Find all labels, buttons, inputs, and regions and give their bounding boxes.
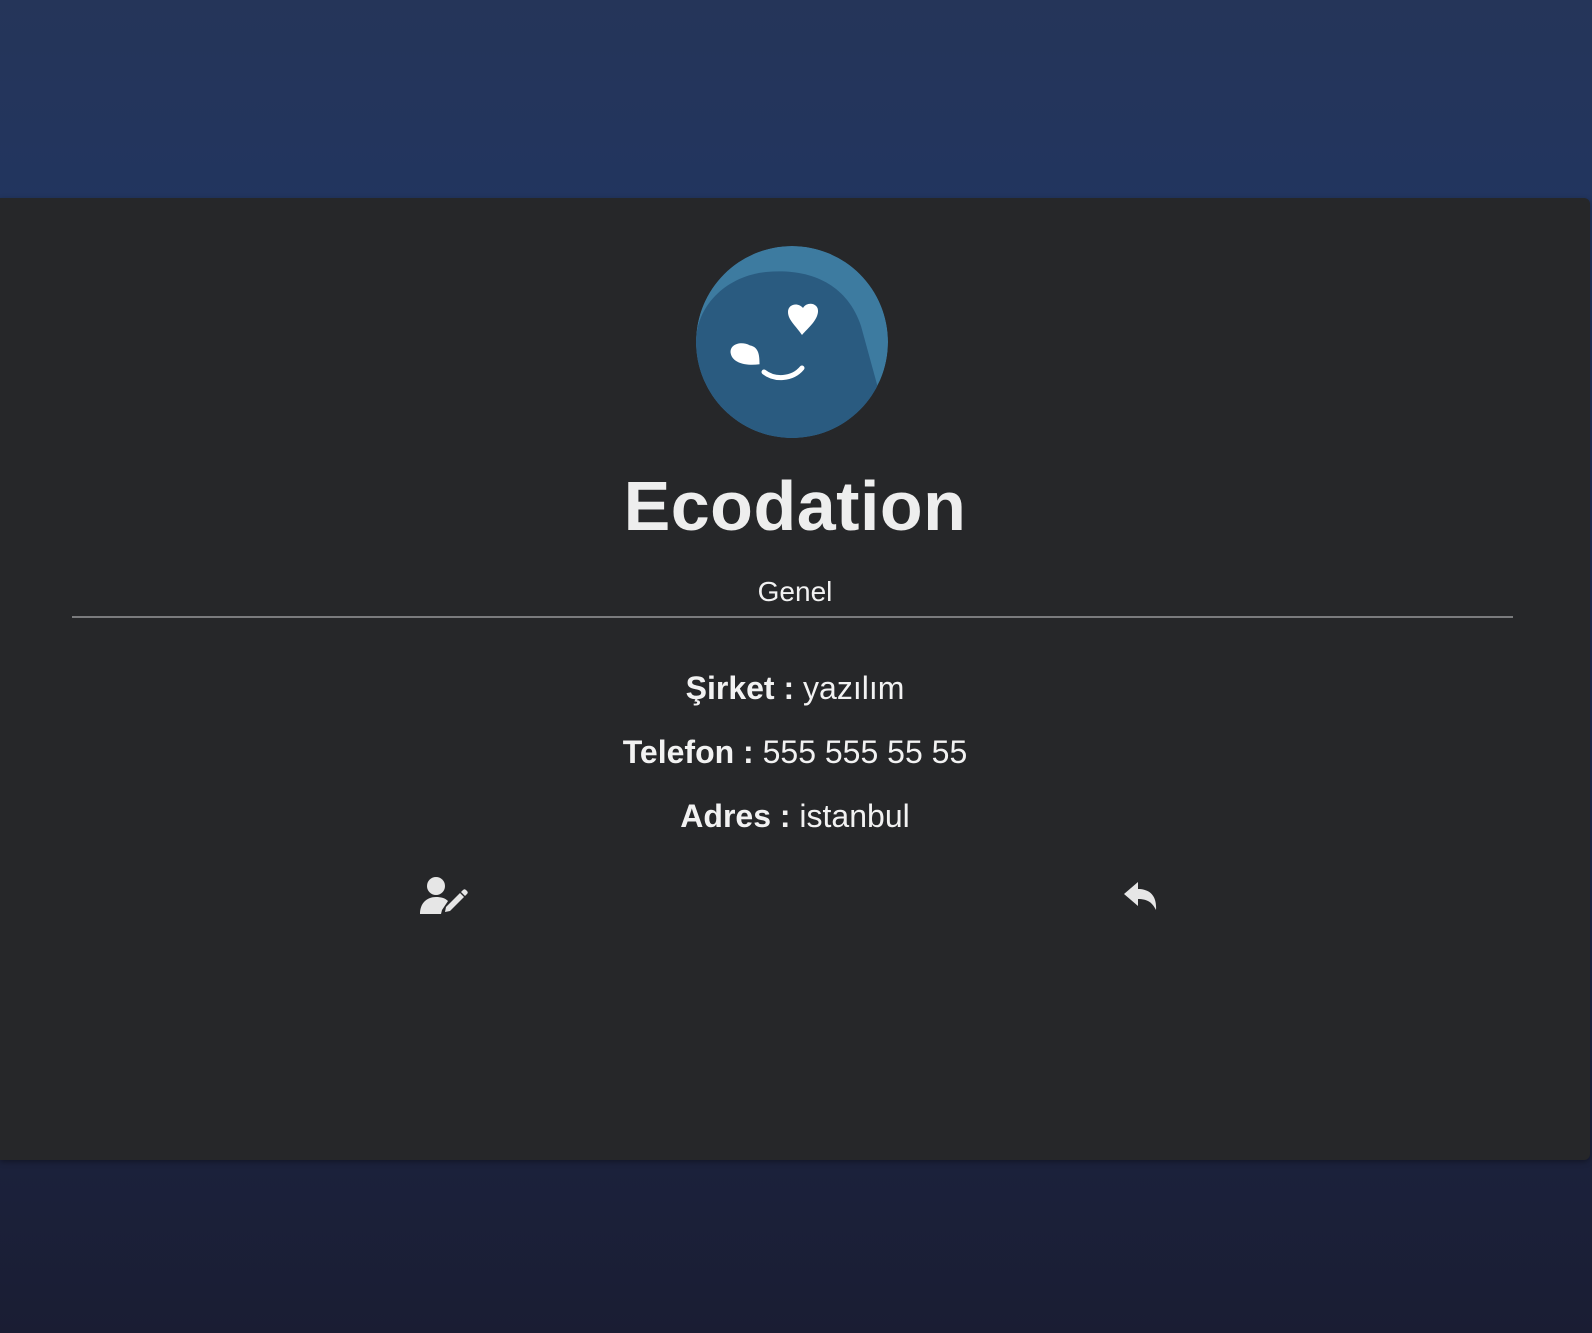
phone-separator: : <box>743 734 763 770</box>
phone-value: 555 555 55 55 <box>762 734 968 770</box>
phone-label: Telefon <box>622 734 735 770</box>
address-value: istanbul <box>799 798 910 834</box>
divider <box>72 616 1513 618</box>
avatar <box>696 246 888 438</box>
company-name: Ecodation <box>623 467 967 545</box>
company-separator: : <box>783 670 804 706</box>
heart-eyes-smiley-icon <box>696 246 888 438</box>
edit-contact-button[interactable] <box>414 866 474 926</box>
address-row: Adres : istanbul <box>0 798 1590 835</box>
phone-row: Telefon : 555 555 55 55 <box>0 734 1590 771</box>
user-edit-icon <box>420 877 468 914</box>
address-label: Adres <box>680 798 771 834</box>
company-value: yazılım <box>803 670 905 706</box>
back-button[interactable] <box>1111 866 1171 926</box>
reply-arrow-icon <box>1124 882 1157 910</box>
category-label: Genel <box>757 576 833 607</box>
contact-detail-card: Ecodation Genel Şirket : yazılım Telefon… <box>0 198 1590 1160</box>
address-separator: : <box>779 798 800 834</box>
company-label: Şirket <box>685 670 775 706</box>
company-row: Şirket : yazılım <box>0 670 1590 707</box>
